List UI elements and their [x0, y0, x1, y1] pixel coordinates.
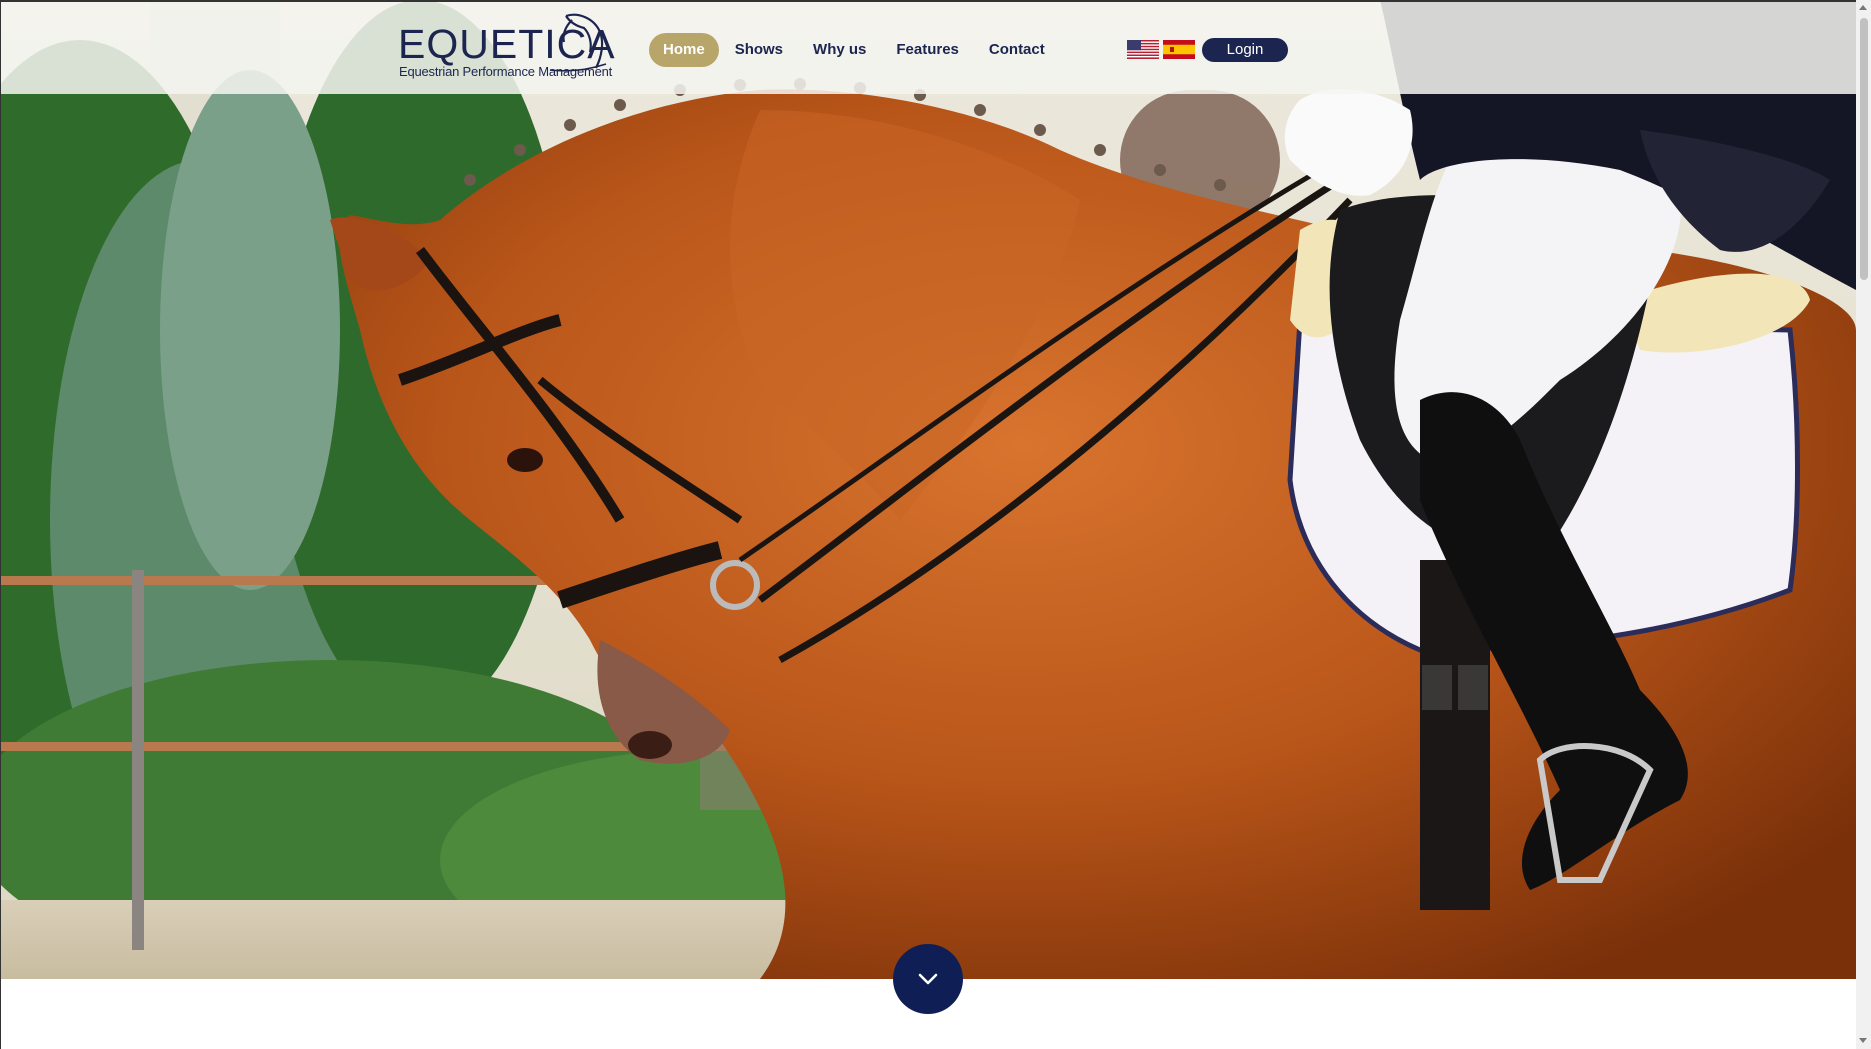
nav-item-why-us[interactable]: Why us	[799, 33, 880, 67]
scroll-up-arrow-icon[interactable]	[1859, 5, 1867, 10]
nav-item-features[interactable]: Features	[882, 33, 973, 67]
window-edge	[0, 0, 1, 1049]
hero-photo-dressage-horse	[0, 0, 1856, 979]
main-nav: Home Shows Why us Features Contact	[649, 33, 1061, 67]
nav-item-shows[interactable]: Shows	[721, 33, 797, 67]
us-flag-icon[interactable]	[1127, 40, 1159, 59]
logo-tagline: Equestrian Performance Management	[399, 64, 613, 79]
language-switcher	[1127, 40, 1195, 59]
logo[interactable]: EQUETICA Equestrian Performance Manageme…	[398, 12, 615, 86]
page-scrollbar[interactable]	[1856, 0, 1871, 1049]
hero-image	[0, 0, 1856, 979]
site-header: EQUETICA Equestrian Performance Manageme…	[0, 0, 1856, 94]
scroll-down-button[interactable]	[893, 944, 963, 1014]
chevron-down-icon	[918, 973, 938, 985]
login-button[interactable]: Login	[1202, 38, 1288, 62]
nav-item-contact[interactable]: Contact	[975, 33, 1059, 67]
scroll-down-arrow-icon[interactable]	[1859, 1038, 1867, 1043]
spain-flag-icon[interactable]	[1163, 40, 1195, 59]
page: EQUETICA Equestrian Performance Manageme…	[0, 0, 1871, 1049]
nav-item-home[interactable]: Home	[649, 33, 719, 67]
scroll-thumb[interactable]	[1860, 18, 1868, 280]
